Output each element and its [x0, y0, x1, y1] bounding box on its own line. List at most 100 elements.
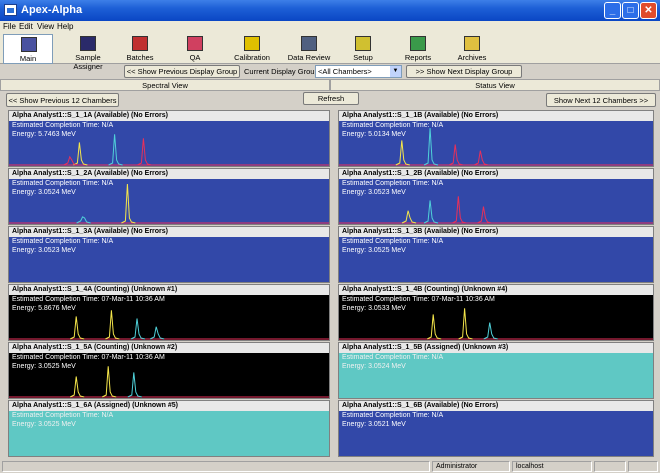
close-button[interactable]: ✕	[640, 2, 657, 19]
spectrum-plot[interactable]: Estimated Completion Time: N/A Energy: 5.…	[339, 121, 653, 166]
toolbar-label: Calibration	[234, 53, 270, 62]
reports-icon	[410, 36, 426, 51]
spectrum-plot[interactable]: Estimated Completion Time: 07-Mar-11 10:…	[339, 295, 653, 340]
toolbar-main-button[interactable]: Main	[3, 34, 53, 64]
spectrum-plot[interactable]: Estimated Completion Time: N/A Energy: 3.…	[9, 411, 329, 456]
toolbar-label: Archives	[457, 53, 487, 62]
data-review-icon	[301, 36, 317, 51]
title-bar: Apex-Alpha _ □ ✕	[0, 0, 660, 21]
chamber-panel[interactable]: Alpha Analyst1::S_1_5A (Counting) (Unkno…	[8, 342, 330, 399]
chamber-title: Alpha Analyst1::S_1_3B (Available) (No E…	[339, 227, 653, 237]
energy-readout: Energy: 5.8676 MeV	[12, 305, 76, 312]
chevron-down-icon: ▼	[390, 66, 401, 77]
chamber-title: Alpha Analyst1::S_1_5B (Assigned) (Unkno…	[339, 343, 653, 353]
menu-edit[interactable]: Edit	[19, 22, 33, 31]
chamber-title: Alpha Analyst1::S_1_2B (Available) (No E…	[339, 169, 653, 179]
toolbar-label: Setup	[353, 53, 373, 62]
spectrum-peak	[73, 142, 88, 166]
chamber-panel[interactable]: Alpha Analyst1::S_1_4B (Counting) (Unkno…	[338, 284, 654, 341]
spectrum-peak	[426, 314, 442, 340]
next-display-group-button[interactable]: >> Show Next Display Group	[406, 65, 522, 78]
chamber-panel[interactable]: Alpha Analyst1::S_1_6A (Assigned) (Unkno…	[8, 400, 330, 457]
spectrum-plot[interactable]: Estimated Completion Time: N/A Energy: 3.…	[9, 179, 329, 224]
toolbar-setup-button[interactable]: Setup	[340, 34, 386, 64]
toolbar-sample-assigner-button[interactable]: Sample Assigner	[60, 34, 116, 71]
display-group-nav: << Show Previous Display Group Current D…	[0, 64, 660, 78]
chamber-nav: << Show Previous 12 Chambers Refresh Sho…	[0, 92, 660, 108]
energy-readout: Energy: 3.0523 MeV	[342, 189, 406, 196]
chamber-panel[interactable]: Alpha Analyst1::S_1_5B (Assigned) (Unkno…	[338, 342, 654, 399]
completion-time: Estimated Completion Time: N/A	[342, 354, 444, 361]
spectrum-plot[interactable]: Estimated Completion Time: 07-Mar-11 10:…	[9, 295, 329, 340]
next-chambers-button[interactable]: Show Next 12 Chambers >>	[546, 93, 656, 107]
display-group-value: <All Chambers>	[318, 67, 372, 76]
chamber-panel[interactable]: Alpha Analyst1::S_1_2A (Available) (No E…	[8, 168, 330, 225]
prev-chambers-button[interactable]: << Show Previous 12 Chambers	[6, 93, 119, 107]
toolbar-archives-button[interactable]: Archives	[446, 34, 498, 64]
spectrum-peak	[401, 210, 417, 224]
chamber-panel[interactable]: Alpha Analyst1::S_1_1B (Available) (No E…	[338, 110, 654, 167]
completion-time: Estimated Completion Time: N/A	[342, 238, 444, 245]
minimize-button[interactable]: _	[604, 2, 621, 19]
toolbar-label: QA	[189, 53, 201, 62]
spectrum-peak	[458, 308, 473, 340]
chamber-panel[interactable]: Alpha Analyst1::S_1_1A (Available) (No E…	[8, 110, 330, 167]
refresh-button[interactable]: Refresh	[303, 92, 359, 105]
spectrum-plot[interactable]: Estimated Completion Time: N/A Energy: 3.…	[339, 411, 653, 456]
menu-view[interactable]: View	[37, 22, 54, 31]
toolbar-reports-button[interactable]: Reports	[395, 34, 441, 64]
status-host: localhost	[512, 461, 592, 472]
batches-icon	[132, 36, 148, 51]
display-group-select[interactable]: <All Chambers> ▼	[315, 65, 402, 78]
spectrum-peak	[423, 128, 439, 166]
spectrum-peak	[483, 322, 498, 340]
qa-icon	[187, 36, 203, 51]
spectrum-plot[interactable]: Estimated Completion Time: N/A Energy: 3.…	[339, 179, 653, 224]
completion-time: Estimated Completion Time: N/A	[12, 122, 114, 129]
tab-spectral-view[interactable]: Spectral View	[0, 79, 330, 91]
chamber-panel[interactable]: Alpha Analyst1::S_1_2B (Available) (No E…	[338, 168, 654, 225]
spectrum-peak	[448, 144, 464, 166]
spectrum-peak	[108, 134, 123, 166]
spectrum-peak	[149, 326, 165, 340]
toolbar-batches-button[interactable]: Batches	[118, 34, 162, 64]
spectrum-peak	[477, 206, 492, 224]
completion-time: Estimated Completion Time: N/A	[342, 412, 444, 419]
toolbar: Main Sample Assigner Batches QA Calibration D…	[0, 34, 660, 71]
toolbar-qa-button[interactable]: QA	[172, 34, 218, 64]
completion-time: Estimated Completion Time: N/A	[342, 180, 444, 187]
completion-time: Estimated Completion Time: 07-Mar-11 10:…	[12, 354, 165, 361]
completion-time: Estimated Completion Time: N/A	[342, 122, 444, 129]
spectrum-peak	[130, 318, 146, 340]
sample-assigner-icon	[80, 36, 96, 51]
maximize-button[interactable]: □	[622, 2, 639, 19]
chamber-panel[interactable]: Alpha Analyst1::S_1_6B (Available) (No E…	[338, 400, 654, 457]
calibration-icon	[244, 36, 260, 51]
spectrum-plot[interactable]: Estimated Completion Time: N/A Energy: 5.…	[9, 121, 329, 166]
spectrum-plot[interactable]: Estimated Completion Time: N/A Energy: 3.…	[9, 237, 329, 282]
display-group-label: Current Display Group:	[244, 67, 321, 76]
menu-file[interactable]: File	[3, 22, 16, 31]
tab-status-view[interactable]: Status View	[330, 79, 660, 91]
spectrum-peak	[69, 316, 85, 340]
spectrum-peak	[474, 150, 489, 166]
setup-icon	[355, 36, 371, 51]
prev-display-group-button[interactable]: << Show Previous Display Group	[124, 65, 240, 78]
energy-readout: Energy: 3.0521 MeV	[342, 421, 406, 428]
spectrum-plot[interactable]: Estimated Completion Time: 07-Mar-11 10:…	[9, 353, 329, 398]
chamber-panel[interactable]: Alpha Analyst1::S_1_3A (Available) (No E…	[8, 226, 330, 283]
status-message	[2, 461, 430, 472]
toolbar-calibration-button[interactable]: Calibration	[230, 34, 274, 64]
energy-readout: Energy: 3.0525 MeV	[342, 247, 406, 254]
spectrum-plot[interactable]: Estimated Completion Time: N/A Energy: 3.…	[339, 353, 653, 398]
energy-readout: Energy: 3.0523 MeV	[12, 247, 76, 254]
toolbar-data-review-button[interactable]: Data Review	[280, 34, 338, 64]
menu-help[interactable]: Help	[57, 22, 73, 31]
chamber-title: Alpha Analyst1::S_1_4B (Counting) (Unkno…	[339, 285, 653, 295]
spectrum-plot[interactable]: Estimated Completion Time: N/A Energy: 3.…	[339, 237, 653, 282]
toolbar-label: Data Review	[287, 53, 331, 62]
chamber-panel[interactable]: Alpha Analyst1::S_1_4A (Counting) (Unkno…	[8, 284, 330, 341]
energy-readout: Energy: 3.0525 MeV	[12, 421, 76, 428]
chamber-panel[interactable]: Alpha Analyst1::S_1_3B (Available) (No E…	[338, 226, 654, 283]
energy-readout: Energy: 3.0524 MeV	[12, 189, 76, 196]
